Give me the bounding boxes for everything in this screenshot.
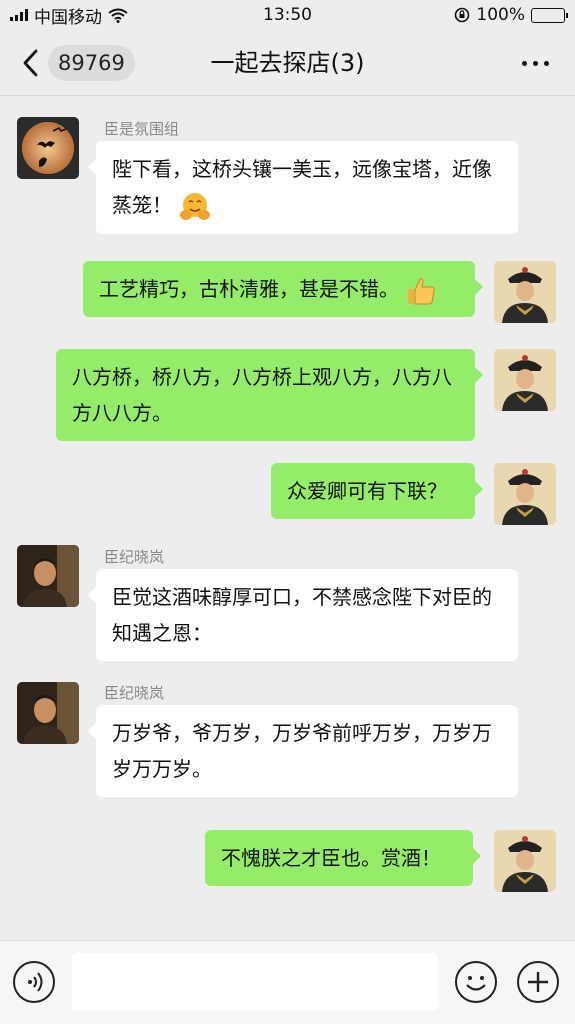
message-text: 陛下看，这桥头镶一美玉，远像宝塔，近像蒸笼！ (112, 157, 492, 217)
smiley-icon (466, 976, 486, 991)
thumbs-up-icon (408, 277, 436, 304)
message-bubble[interactable]: 陛下看，这桥头镶一美玉，远像宝塔，近像蒸笼！ (88, 141, 518, 234)
avatar[interactable] (17, 117, 79, 179)
more-options-icon[interactable] (522, 61, 549, 66)
message-bubble[interactable]: 万岁爷，爷万岁，万岁爷前呼万岁，万岁万岁万万岁。 (88, 705, 518, 797)
message-bubble[interactable]: 众爱卿可有下联？ (271, 463, 483, 519)
wifi-icon (108, 8, 128, 23)
avatar[interactable] (17, 682, 79, 744)
chat-title: 一起去探店(3) (210, 49, 365, 77)
message-bubble[interactable]: 不愧朕之才臣也。赏酒！ (205, 830, 481, 886)
avatar[interactable] (17, 545, 79, 607)
message-text: 臣觉这酒味醇厚可口，不禁感念陛下对臣的知遇之恩： (112, 585, 492, 645)
message-input[interactable] (72, 953, 438, 1011)
message-text: 工艺精巧，古朴清雅，甚是不错。 (99, 277, 399, 301)
voice-icon (28, 972, 43, 992)
message-bubble[interactable]: 臣觉这酒味醇厚可口，不禁感念陛下对臣的知遇之恩： (88, 569, 518, 661)
avatar[interactable] (494, 463, 556, 525)
message-text: 八方桥，桥八方，八方桥上观八方，八方八方八八方。 (72, 365, 452, 425)
sender-name: 臣纪晓岚 (104, 684, 165, 702)
avatar[interactable] (494, 349, 556, 411)
message-text: 万岁爷，爷万岁，万岁爷前呼万岁，万岁万岁万万岁。 (112, 721, 492, 781)
voice-input-button[interactable] (13, 961, 55, 1003)
battery-icon (531, 7, 568, 23)
avatar[interactable] (494, 830, 556, 892)
carrier-label: 中国移动 (34, 7, 102, 28)
message-bubble[interactable]: 八方桥，桥八方，八方桥上观八方，八方八方八八方。 (56, 349, 483, 441)
emoji-button[interactable] (455, 961, 497, 1003)
rotation-lock-icon (455, 7, 470, 23)
nav-bar: 89769 一起去探店(3) (0, 30, 575, 96)
input-bar (0, 940, 575, 1024)
more-functions-button[interactable] (517, 961, 559, 1003)
signal-icon (10, 9, 28, 21)
sender-name: 臣是氛围组 (104, 120, 180, 138)
message-bubble[interactable]: 工艺精巧，古朴清雅，甚是不错。 (83, 261, 483, 317)
message-text: 不愧朕之才臣也。赏酒！ (221, 846, 441, 870)
message-text: 众爱卿可有下联？ (287, 479, 447, 503)
avatar[interactable] (494, 261, 556, 323)
plus-icon (528, 972, 548, 992)
sender-name: 臣纪晓岚 (104, 548, 165, 566)
battery-percent: 100% (476, 5, 525, 25)
hug-face-icon (180, 192, 211, 220)
status-bar: 中国移动 13:50 100% (0, 0, 575, 30)
